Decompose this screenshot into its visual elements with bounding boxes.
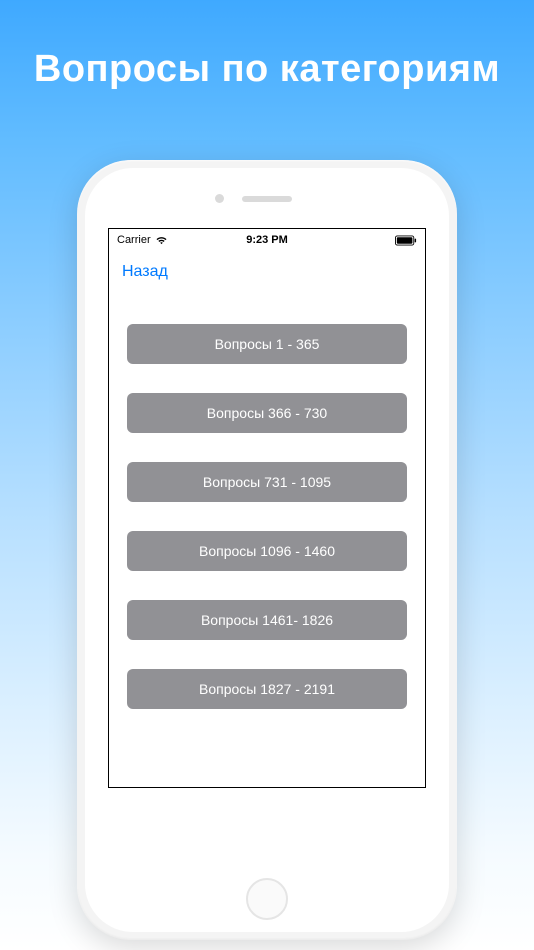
category-button-1[interactable]: Вопросы 1 - 365 bbox=[127, 324, 407, 364]
back-button[interactable]: Назад bbox=[122, 263, 168, 280]
category-button-4[interactable]: Вопросы 1096 - 1460 bbox=[127, 531, 407, 571]
category-button-5[interactable]: Вопросы 1461- 1826 bbox=[127, 600, 407, 640]
home-button-icon bbox=[246, 878, 288, 920]
phone-screen: Carrier 9:23 PM bbox=[108, 228, 426, 788]
category-button-2[interactable]: Вопросы 366 - 730 bbox=[127, 393, 407, 433]
carrier-label: Carrier bbox=[117, 234, 151, 246]
status-left: Carrier bbox=[117, 234, 168, 246]
phone-camera-icon bbox=[215, 194, 224, 203]
phone-speaker-icon bbox=[242, 196, 292, 202]
category-list: Вопросы 1 - 365 Вопросы 366 - 730 Вопрос… bbox=[109, 289, 425, 719]
battery-icon bbox=[395, 235, 417, 246]
wifi-icon bbox=[155, 235, 168, 245]
category-button-6[interactable]: Вопросы 1827 - 2191 bbox=[127, 669, 407, 709]
status-time: 9:23 PM bbox=[246, 234, 288, 246]
page-title: Вопросы по категориям bbox=[0, 0, 534, 91]
phone-frame: Carrier 9:23 PM bbox=[77, 160, 457, 940]
status-bar: Carrier 9:23 PM bbox=[109, 229, 425, 249]
status-right bbox=[395, 235, 417, 246]
navigation-bar: Назад bbox=[109, 249, 425, 289]
phone-inner: Carrier 9:23 PM bbox=[85, 168, 449, 932]
category-button-3[interactable]: Вопросы 731 - 1095 bbox=[127, 462, 407, 502]
